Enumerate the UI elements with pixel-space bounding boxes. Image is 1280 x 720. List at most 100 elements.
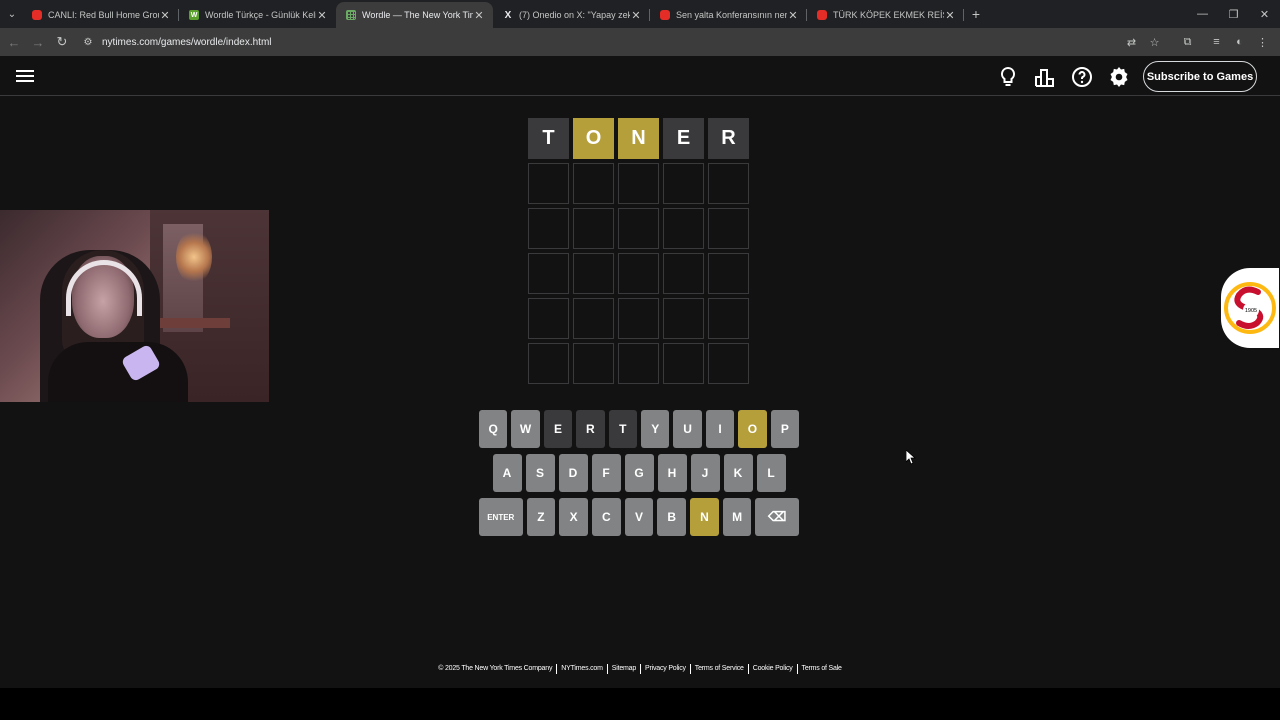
back-icon[interactable]: ←: [2, 30, 26, 54]
key-r[interactable]: R: [576, 410, 605, 448]
key-p[interactable]: P: [770, 410, 800, 448]
w-icon: W: [189, 10, 199, 20]
close-window-icon[interactable]: ✕: [1249, 0, 1280, 28]
tab-close-icon[interactable]: ✕: [159, 9, 171, 22]
restore-icon[interactable]: ❐: [1218, 0, 1249, 28]
keyboard-row: QWERTYUIOP: [477, 410, 801, 448]
key-o[interactable]: O: [738, 410, 767, 448]
settings-gear-icon[interactable]: [1107, 65, 1131, 89]
reload-icon[interactable]: ↻: [50, 30, 74, 54]
tab-list: CANLI: Red Bull Home Ground✕WWordle Türk…: [22, 0, 964, 28]
footer-link[interactable]: Cookie Policy: [747, 664, 797, 674]
key-d[interactable]: D: [558, 454, 588, 492]
toolbar-actions: ⇄ ☆ ⧉ ≡ ◐ ⋮: [1120, 31, 1274, 53]
footer-link[interactable]: Privacy Policy: [640, 664, 690, 674]
board-tile: [573, 163, 614, 204]
browser-tab[interactable]: TÜRK KÖPEK EKMEK REİS'İ NAS✕: [807, 2, 964, 28]
key-enter[interactable]: ENTER: [479, 498, 523, 536]
board-tile: [528, 343, 569, 384]
key-x[interactable]: X: [559, 498, 588, 536]
key-w[interactable]: W: [511, 410, 540, 448]
browser-tab[interactable]: X (7) Onedio on X: "Yapay zeka ile✕: [493, 2, 650, 28]
key-q[interactable]: Q: [478, 410, 508, 448]
page-footer: © 2025 The New York Times Company NYTimes…: [0, 664, 1280, 674]
extensions-icon[interactable]: ⧉: [1176, 31, 1199, 53]
key-s[interactable]: S: [525, 454, 555, 492]
address-url[interactable]: nytimes.com/games/wordle/index.html: [102, 37, 272, 48]
board-tile: [528, 163, 569, 204]
board-tile: [573, 253, 614, 294]
key-i[interactable]: I: [705, 410, 735, 448]
help-icon[interactable]: [1070, 65, 1094, 89]
key-k[interactable]: K: [723, 454, 753, 492]
minimize-icon[interactable]: —: [1187, 0, 1218, 28]
tab-close-icon[interactable]: ✕: [316, 9, 328, 22]
board-tile: [573, 298, 614, 339]
board-tile: [573, 343, 614, 384]
translate-icon[interactable]: ⇄: [1120, 31, 1143, 53]
profile-avatar-icon[interactable]: ◐: [1228, 31, 1251, 53]
tab-close-icon[interactable]: ✕: [944, 9, 956, 22]
board-tile: [663, 298, 704, 339]
bottom-bar: [0, 688, 1280, 720]
bookmark-star-icon[interactable]: ☆: [1143, 31, 1166, 53]
browser-menu-icon[interactable]: ⋮: [1251, 31, 1274, 53]
board-tile: N: [618, 118, 659, 159]
footer-link[interactable]: Sitemap: [606, 664, 640, 674]
key-y[interactable]: Y: [641, 410, 670, 448]
browser-tab[interactable]: CANLI: Red Bull Home Ground✕: [22, 2, 179, 28]
board-tile: [618, 163, 659, 204]
game-board: TONER: [528, 118, 749, 384]
key-z[interactable]: Z: [526, 498, 556, 536]
key-b[interactable]: B: [657, 498, 687, 536]
badge-year: 1905: [1245, 308, 1257, 314]
key-a[interactable]: A: [492, 454, 522, 492]
forward-icon[interactable]: →: [26, 30, 50, 54]
footer-link[interactable]: Terms of Sale: [796, 664, 846, 674]
tab-close-icon[interactable]: ✕: [787, 9, 799, 22]
address-bar[interactable]: ⚙ nytimes.com/games/wordle/index.html: [78, 31, 1163, 53]
tab-title: Wordle — The New York Times: [362, 10, 473, 20]
menu-icon[interactable]: [16, 68, 34, 84]
webcam-overlay: [0, 210, 269, 402]
keyboard-row: ENTER Z X C V B N M ⌫: [477, 498, 801, 536]
key-j[interactable]: J: [690, 454, 720, 492]
key-g[interactable]: G: [624, 454, 654, 492]
window-controls: — ❐ ✕: [1187, 0, 1280, 28]
tab-search-icon[interactable]: ⌄: [2, 4, 22, 24]
footer-link[interactable]: Terms of Service: [689, 664, 748, 674]
browser-tab-strip: ⌄ CANLI: Red Bull Home Ground✕WWordle Tü…: [0, 0, 1280, 28]
browser-toolbar: ← → ↻ ⚙ nytimes.com/games/wordle/index.h…: [0, 28, 1280, 56]
board-tile: E: [663, 118, 704, 159]
key-u[interactable]: U: [673, 410, 702, 448]
hint-lightbulb-icon[interactable]: [996, 65, 1020, 89]
key-t[interactable]: T: [608, 410, 637, 448]
new-tab-button[interactable]: +: [964, 6, 988, 22]
key-m[interactable]: M: [722, 498, 752, 536]
subscribe-button[interactable]: Subscribe to Games: [1143, 61, 1257, 92]
board-tile: [618, 253, 659, 294]
browser-tab[interactable]: Sen yalta Konferansının nerde ✕: [650, 2, 807, 28]
backspace-icon[interactable]: ⌫: [755, 498, 800, 536]
key-v[interactable]: V: [624, 498, 654, 536]
key-l[interactable]: L: [756, 454, 786, 492]
browser-tab[interactable]: W Wordle Türkçe - Günlük Kelime✕: [179, 2, 336, 28]
board-tile: [528, 253, 569, 294]
key-h[interactable]: H: [657, 454, 687, 492]
key-n[interactable]: N: [690, 498, 719, 536]
key-e[interactable]: E: [543, 410, 573, 448]
site-info-icon[interactable]: ⚙: [78, 37, 98, 48]
footer-link[interactable]: NYTimes.com: [556, 664, 607, 674]
key-f[interactable]: F: [591, 454, 621, 492]
tab-close-icon[interactable]: ✕: [630, 9, 642, 22]
footer-link[interactable]: © 2025 The New York Times Company: [434, 664, 556, 674]
browser-tab[interactable]: Wordle — The New York Times✕: [336, 2, 493, 28]
mouse-cursor-icon: [906, 450, 916, 465]
media-controls-icon[interactable]: ≡: [1205, 31, 1228, 53]
statistics-icon[interactable]: [1033, 65, 1057, 89]
tab-close-icon[interactable]: ✕: [473, 9, 485, 22]
youtube-icon: [660, 10, 670, 20]
club-badge-overlay: 1905: [1221, 268, 1279, 348]
key-c[interactable]: C: [591, 498, 621, 536]
youtube-icon: [817, 10, 827, 20]
